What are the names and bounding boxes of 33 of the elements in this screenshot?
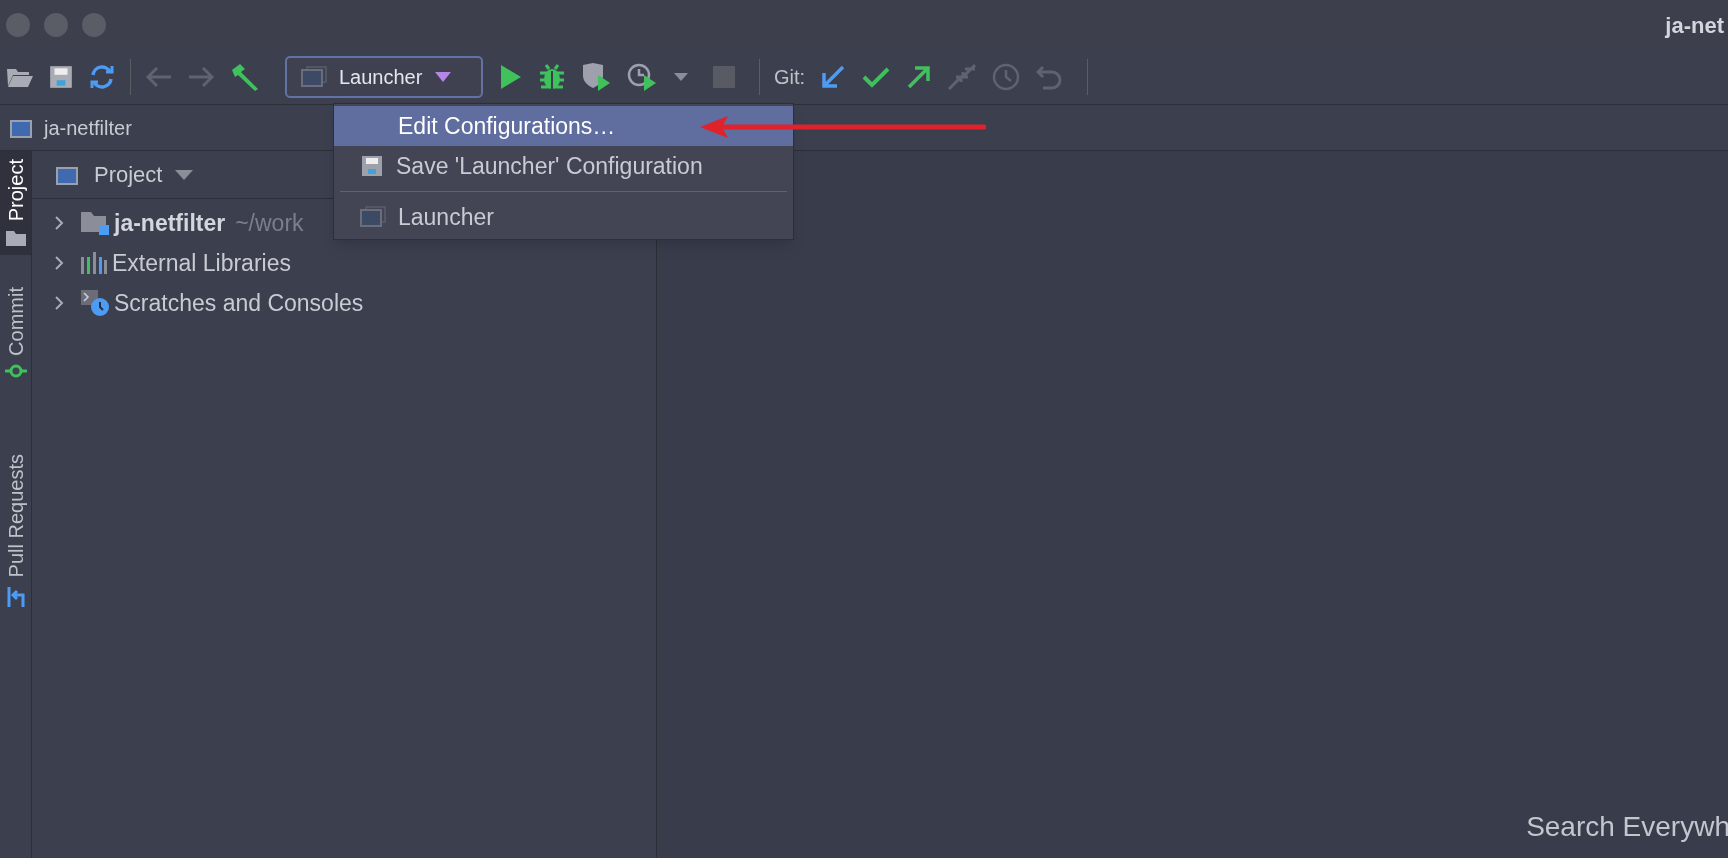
caret-icon (434, 71, 453, 83)
folder-icon (80, 210, 110, 236)
menu-item[interactable]: Launcher (334, 197, 793, 237)
chevron-right-icon[interactable] (52, 214, 66, 232)
window-stack-icon (360, 206, 386, 228)
library-bars-icon (80, 251, 108, 275)
caret-down-icon[interactable] (174, 168, 195, 181)
git-label: Git: (774, 65, 806, 90)
bug-icon[interactable] (537, 62, 567, 92)
tree-item-label: External Libraries (112, 248, 291, 278)
tree-item-path: ~/work (235, 208, 304, 238)
sync-icon[interactable] (88, 63, 116, 91)
menu-item[interactable]: Save 'Launcher' Configuration (334, 146, 793, 186)
breadcrumb-label: ja-netfilter (44, 115, 132, 141)
panel-title: Project (94, 161, 163, 189)
tree-item-label: Scratches and Consoles (114, 288, 364, 318)
side-tab[interactable]: Commit (0, 279, 31, 387)
pull-request-icon (5, 585, 26, 608)
editor-hint: Search Everywh (1526, 810, 1728, 844)
commit-node-icon (4, 364, 27, 379)
window-icon (301, 66, 327, 88)
folder-icon (5, 229, 26, 248)
chevron-right-icon[interactable] (52, 254, 66, 272)
console-clock-icon (80, 289, 110, 317)
window-title: ja-net (1665, 11, 1724, 40)
side-tab[interactable]: Project (0, 151, 31, 256)
tree-item-label: ja-netfilter (114, 208, 226, 238)
side-tab[interactable]: Pull Requests (0, 446, 31, 616)
caret-down-icon[interactable] (673, 72, 689, 82)
menu-item[interactable]: Edit Configurations… (334, 106, 793, 146)
run-configuration-dropdown[interactable]: Launcher (285, 56, 483, 98)
chevron-right-icon[interactable] (52, 294, 66, 312)
hammer-icon[interactable] (229, 62, 261, 92)
